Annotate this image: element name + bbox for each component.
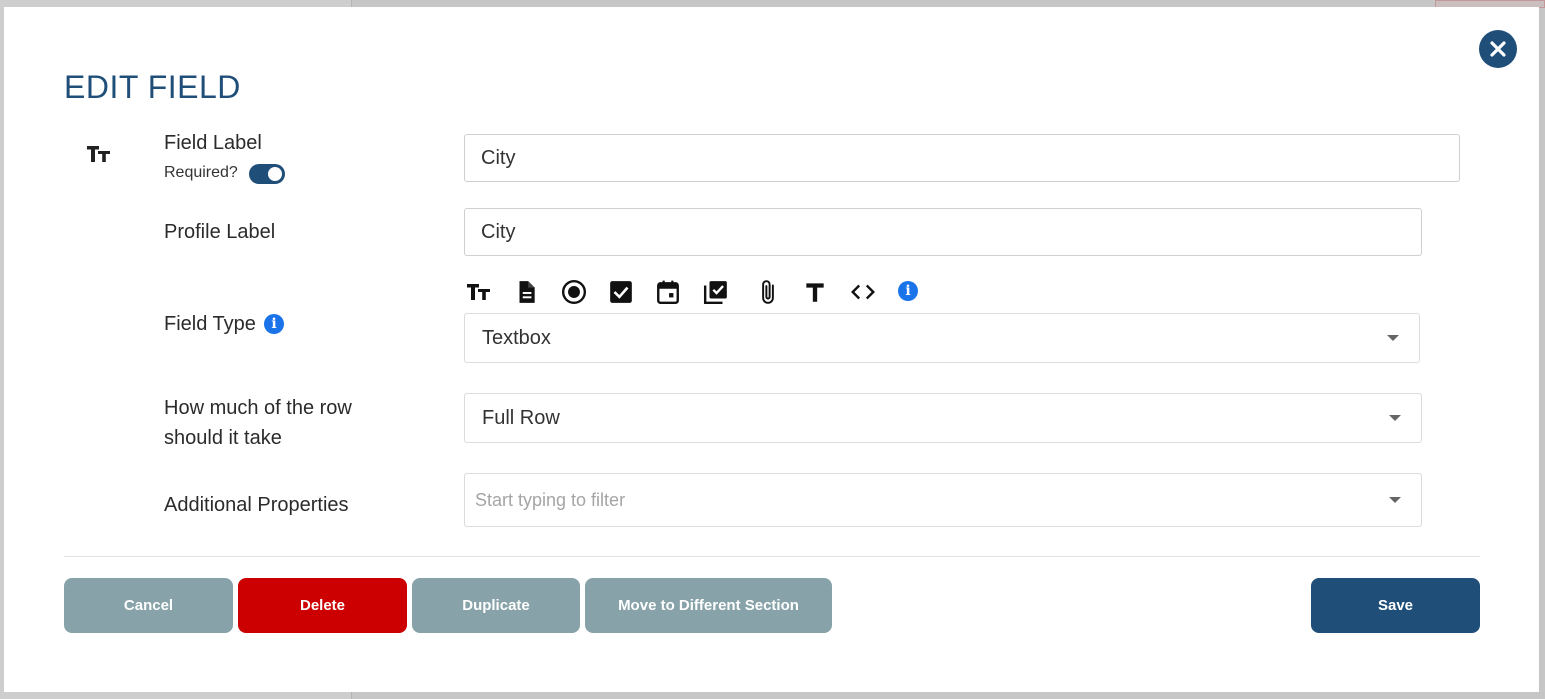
row-width-label-line1: How much of the row xyxy=(164,397,352,419)
additional-properties-label: Additional Properties xyxy=(164,494,349,516)
code-icon[interactable] xyxy=(848,277,878,307)
additional-properties-placeholder: Start typing to filter xyxy=(475,489,626,510)
field-type-value: Textbox xyxy=(482,326,551,349)
delete-button[interactable]: Delete xyxy=(238,578,407,633)
save-button[interactable]: Save xyxy=(1311,578,1480,633)
edit-field-modal: EDIT FIELD Field Label Required? City Pr… xyxy=(4,7,1539,692)
chevron-down-icon xyxy=(1389,497,1401,503)
additional-properties-select[interactable]: Start typing to filter xyxy=(464,473,1422,527)
paperclip-icon[interactable] xyxy=(753,277,783,307)
text-size-icon[interactable] xyxy=(464,277,494,307)
chevron-down-icon xyxy=(1389,415,1401,421)
field-type-select[interactable]: Textbox xyxy=(464,313,1420,363)
field-type-label: Field Type xyxy=(164,313,256,335)
document-icon[interactable] xyxy=(511,277,541,307)
close-icon xyxy=(1490,41,1506,57)
checklist-icon[interactable] xyxy=(701,277,731,307)
field-label-input[interactable]: City xyxy=(464,134,1460,182)
radio-icon[interactable] xyxy=(559,277,589,307)
move-section-button[interactable]: Move to Different Section xyxy=(585,578,832,633)
duplicate-button[interactable]: Duplicate xyxy=(412,578,580,633)
row-width-label-line2: should it take xyxy=(164,427,282,449)
chevron-down-icon xyxy=(1387,335,1399,341)
row-width-value: Full Row xyxy=(482,406,560,429)
footer-divider xyxy=(64,556,1480,557)
text-icon[interactable] xyxy=(800,277,830,307)
info-icon[interactable]: i xyxy=(898,281,918,301)
field-label-label: Field Label xyxy=(164,132,262,154)
calendar-icon[interactable] xyxy=(653,277,683,307)
required-label: Required? xyxy=(164,164,238,181)
profile-label-label: Profile Label xyxy=(164,221,276,243)
profile-label-input[interactable]: City xyxy=(464,208,1422,256)
required-toggle[interactable] xyxy=(249,164,285,184)
text-size-icon xyxy=(86,141,112,167)
modal-title: EDIT FIELD xyxy=(64,69,241,105)
row-width-select[interactable]: Full Row xyxy=(464,393,1422,443)
field-type-info-icon[interactable]: i xyxy=(264,314,284,334)
checkbox-icon[interactable] xyxy=(606,277,636,307)
close-button[interactable] xyxy=(1479,30,1517,68)
cancel-button[interactable]: Cancel xyxy=(64,578,233,633)
